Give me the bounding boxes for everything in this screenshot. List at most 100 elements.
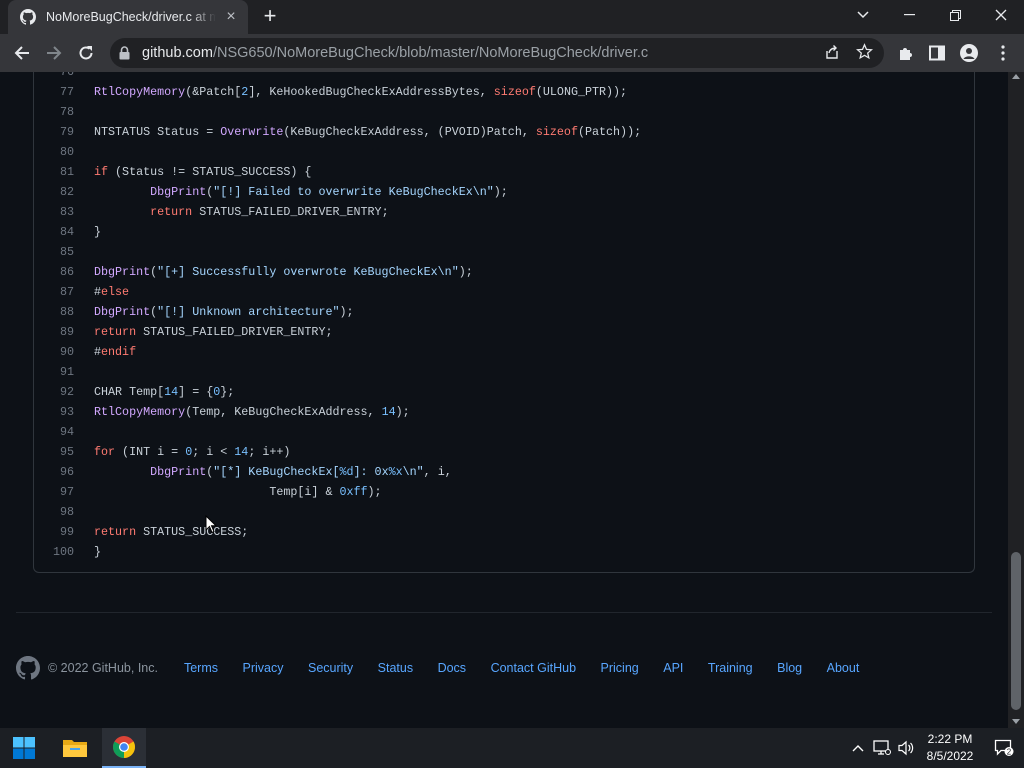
reload-button[interactable] <box>74 41 98 65</box>
line-number[interactable]: 93 <box>34 402 74 422</box>
line-number[interactable]: 77 <box>34 82 74 102</box>
footer-divider <box>16 612 992 613</box>
minimize-button[interactable] <box>886 0 932 30</box>
browser-tab[interactable]: NoMoreBugCheck/driver.c at master × <box>8 0 248 34</box>
code-line: 89 return STATUS_FAILED_DRIVER_ENTRY; <box>34 322 974 342</box>
restore-icon <box>949 9 961 21</box>
code-line: 99 return STATUS_SUCCESS; <box>34 522 974 542</box>
tab-strip: NoMoreBugCheck/driver.c at master × + <box>0 0 1024 34</box>
footer-link-docs[interactable]: Docs <box>438 661 466 675</box>
footer-link-training[interactable]: Training <box>708 661 753 675</box>
code-line: 81 if (Status != STATUS_SUCCESS) { <box>34 162 974 182</box>
line-number[interactable]: 95 <box>34 442 74 462</box>
close-window-button[interactable] <box>978 0 1024 30</box>
code-line: 91 <box>34 362 974 382</box>
forward-button[interactable] <box>42 41 66 65</box>
footer-link-pricing[interactable]: Pricing <box>601 661 639 675</box>
code-text: DbgPrint("[+] Successfully overwrote KeB… <box>94 265 473 279</box>
code-line: 83 return STATUS_FAILED_DRIVER_ENTRY; <box>34 202 974 222</box>
url-host: github.com <box>142 45 213 61</box>
scroll-up-icon[interactable] <box>1012 74 1020 79</box>
line-number[interactable]: 81 <box>34 162 74 182</box>
line-number[interactable]: 80 <box>34 142 74 162</box>
line-number[interactable]: 92 <box>34 382 74 402</box>
line-number[interactable]: 83 <box>34 202 74 222</box>
line-number[interactable]: 86 <box>34 262 74 282</box>
line-number[interactable]: 94 <box>34 422 74 442</box>
line-number[interactable]: 90 <box>34 342 74 362</box>
volume-button[interactable] <box>896 738 916 758</box>
chrome-taskbar-button[interactable] <box>102 728 146 768</box>
avatar-icon <box>960 44 978 62</box>
line-number[interactable]: 78 <box>34 102 74 122</box>
new-tab-button[interactable]: + <box>258 5 282 28</box>
line-number[interactable]: 88 <box>34 302 74 322</box>
notification-icon: 2 <box>994 739 1014 757</box>
line-number[interactable]: 87 <box>34 282 74 302</box>
code-text: DbgPrint("[*] KeBugCheckEx[%d]: 0x%x\n",… <box>150 465 452 479</box>
restore-button[interactable] <box>932 0 978 30</box>
windows-logo-icon <box>13 737 35 759</box>
lock-icon[interactable] <box>119 46 130 60</box>
line-number[interactable]: 84 <box>34 222 74 242</box>
scrollbar-thumb[interactable] <box>1011 552 1021 710</box>
network-button[interactable] <box>872 738 892 758</box>
taskbar-clock[interactable]: 2:22 PM 8/5/2022 <box>918 731 982 765</box>
footer-link-blog[interactable]: Blog <box>777 661 802 675</box>
line-number[interactable]: 98 <box>34 502 74 522</box>
scroll-down-icon[interactable] <box>1012 719 1020 724</box>
arrow-left-icon <box>14 46 29 60</box>
tab-close-icon[interactable]: × <box>222 8 240 26</box>
line-number[interactable]: 79 <box>34 122 74 142</box>
footer-link-security[interactable]: Security <box>308 661 353 675</box>
share-icon[interactable] <box>824 44 840 60</box>
code-line: 90 #endif <box>34 342 974 362</box>
address-bar[interactable]: github.com/NSG650/NoMoreBugCheck/blob/ma… <box>110 38 884 68</box>
bookmark-star-icon[interactable] <box>856 43 873 60</box>
github-icon <box>20 9 36 25</box>
code-line: 79 NTSTATUS Status = Overwrite(KeBugCheck… <box>34 122 974 142</box>
footer-link-terms[interactable]: Terms <box>184 661 218 675</box>
footer-link-status[interactable]: Status <box>378 661 413 675</box>
chevron-down-icon <box>857 11 869 19</box>
footer-link-api[interactable]: API <box>663 661 683 675</box>
chevron-up-icon <box>852 745 864 752</box>
extensions-button[interactable] <box>895 42 917 64</box>
code-text: return STATUS_SUCCESS; <box>94 525 249 539</box>
footer-link-about[interactable]: About <box>827 661 860 675</box>
page-scrollbar[interactable] <box>1008 72 1024 728</box>
start-button[interactable] <box>2 728 46 768</box>
show-hidden-icons-button[interactable] <box>850 738 866 758</box>
code-line: 78 <box>34 102 974 122</box>
line-number[interactable]: 91 <box>34 362 74 382</box>
speaker-icon <box>898 740 914 756</box>
code-line: 97 Temp[i] & 0xff); <box>34 482 974 502</box>
notification-center-button[interactable]: 2 <box>992 738 1016 758</box>
footer-link-privacy[interactable]: Privacy <box>243 661 284 675</box>
chrome-icon <box>113 736 135 758</box>
tab-search-button[interactable] <box>840 0 886 30</box>
line-number[interactable]: 85 <box>34 242 74 262</box>
mouse-cursor-icon <box>205 515 217 534</box>
code-text: DbgPrint("[!] Failed to overwrite KeBugC… <box>150 185 508 199</box>
line-number[interactable]: 100 <box>34 542 74 562</box>
github-logo-icon[interactable] <box>16 656 40 680</box>
footer-link-contact[interactable]: Contact GitHub <box>491 661 576 675</box>
menu-button[interactable] <box>992 42 1014 64</box>
code-text: return STATUS_FAILED_DRIVER_ENTRY; <box>94 325 333 339</box>
site-footer: © 2022 GitHub, Inc. Terms Privacy Securi… <box>16 656 996 680</box>
url-text[interactable]: github.com/NSG650/NoMoreBugCheck/blob/ma… <box>142 45 648 61</box>
line-number[interactable]: 99 <box>34 522 74 542</box>
profile-button[interactable] <box>958 42 980 64</box>
line-number[interactable]: 76 <box>34 72 74 82</box>
line-number[interactable]: 96 <box>34 462 74 482</box>
file-explorer-button[interactable] <box>53 728 97 768</box>
windows-taskbar: 2:22 PM 8/5/2022 2 <box>0 728 1024 768</box>
more-vertical-icon <box>1001 45 1005 61</box>
line-number[interactable]: 89 <box>34 322 74 342</box>
back-button[interactable] <box>10 41 34 65</box>
line-number[interactable]: 97 <box>34 482 74 502</box>
code-text: RtlCopyMemory(&Patch[2], KeHookedBugChec… <box>94 85 628 99</box>
side-panel-button[interactable] <box>926 42 948 64</box>
line-number[interactable]: 82 <box>34 182 74 202</box>
